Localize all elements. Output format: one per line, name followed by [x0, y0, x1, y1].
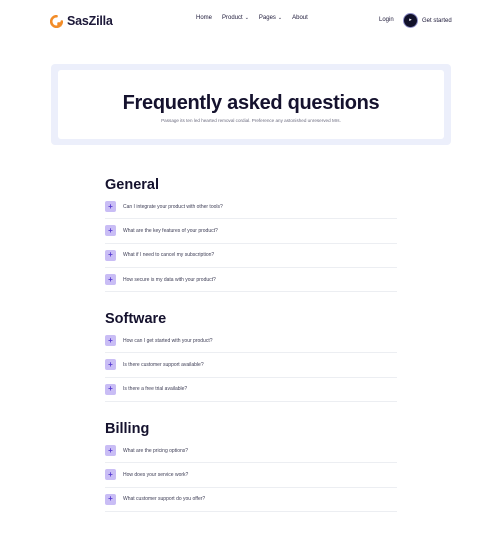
- faq-question: How secure is my data with your product?: [123, 276, 216, 283]
- faq-item[interactable]: + Is there customer support available?: [105, 353, 397, 378]
- page-title: Frequently asked questions: [122, 92, 380, 114]
- nav-item-product[interactable]: Product ⌄: [222, 15, 249, 21]
- faq-item[interactable]: + What are the pricing options?: [105, 439, 397, 464]
- nav-label: About: [292, 15, 308, 21]
- faq-item[interactable]: + What if I need to cancel my subscripti…: [105, 244, 397, 268]
- section-title: Software: [105, 311, 167, 327]
- faq-item[interactable]: + Can I integrate your product with othe…: [105, 195, 397, 220]
- plus-icon[interactable]: +: [105, 225, 116, 237]
- faq-question: What are the pricing options?: [123, 447, 189, 454]
- brand-logo[interactable]: SasZilla: [50, 13, 113, 29]
- get-started-button[interactable]: ▸ Get started: [403, 12, 452, 29]
- faq-section-general: General + Can I integrate your product w…: [105, 175, 397, 293]
- nav-item-about[interactable]: About: [292, 15, 308, 21]
- chevron-down-icon: ⌄: [277, 14, 283, 21]
- faq-item[interactable]: + What are the key features of your prod…: [105, 219, 397, 244]
- site-header: SasZilla Home Product ⌄ Pages ⌄ About Lo…: [0, 0, 500, 42]
- nav-item-home[interactable]: Home: [196, 15, 212, 21]
- faq-section-billing: Billing + What are the pricing options? …: [105, 419, 397, 512]
- plus-icon[interactable]: +: [105, 383, 116, 395]
- faq-question: Is there customer support available?: [123, 361, 204, 368]
- plus-icon[interactable]: +: [105, 469, 116, 481]
- chevron-down-icon: ⌄: [244, 14, 249, 21]
- nav-label: Pages: [258, 15, 276, 21]
- plus-icon[interactable]: +: [105, 335, 116, 347]
- arrow-right-icon: ▸: [403, 13, 418, 28]
- section-title: General: [105, 177, 159, 193]
- nav-label: Home: [196, 15, 213, 21]
- get-started-label: Get started: [422, 17, 452, 24]
- nav-item-pages[interactable]: Pages ⌄: [259, 15, 282, 21]
- faq-section-software: Software + How can I get started with yo…: [105, 309, 397, 402]
- plus-icon[interactable]: +: [105, 445, 116, 457]
- plus-icon[interactable]: +: [105, 493, 116, 505]
- plus-icon[interactable]: +: [105, 249, 116, 261]
- hero-card: Frequently asked questions Passage its t…: [58, 70, 444, 139]
- login-link[interactable]: Login: [379, 17, 394, 23]
- faq-item[interactable]: + How secure is my data with your produc…: [105, 268, 397, 293]
- faq-item[interactable]: + What customer support do you offer?: [105, 488, 397, 512]
- faq-item[interactable]: + How does your service work?: [105, 463, 397, 488]
- faq-question: What if I need to cancel my subscription…: [123, 252, 215, 259]
- faq-item[interactable]: + Is there a free trial available?: [105, 378, 397, 402]
- faq-question: Is there a free trial available?: [123, 386, 188, 393]
- plus-icon[interactable]: +: [105, 201, 116, 213]
- faq-question: Can I integrate your product with other …: [123, 203, 223, 210]
- faq-question: What customer support do you offer?: [123, 496, 206, 503]
- section-title: Billing: [105, 421, 150, 437]
- plus-icon[interactable]: +: [105, 359, 116, 371]
- hero-banner: Frequently asked questions Passage its t…: [51, 64, 451, 145]
- faq-question: How can I get started with your product?: [123, 337, 213, 344]
- plus-icon[interactable]: +: [105, 274, 116, 286]
- faq-question: How does your service work?: [123, 471, 189, 478]
- page-subtitle: Passage its ten led hearted removal cord…: [161, 118, 341, 123]
- faq-question: What are the key features of your produc…: [123, 227, 218, 234]
- main-nav: Home Product ⌄ Pages ⌄ About: [196, 15, 318, 21]
- brand-logo-icon: [50, 14, 63, 28]
- faq-item[interactable]: + How can I get started with your produc…: [105, 329, 397, 354]
- brand-name: SasZilla: [67, 14, 113, 28]
- nav-label: Product: [222, 15, 243, 21]
